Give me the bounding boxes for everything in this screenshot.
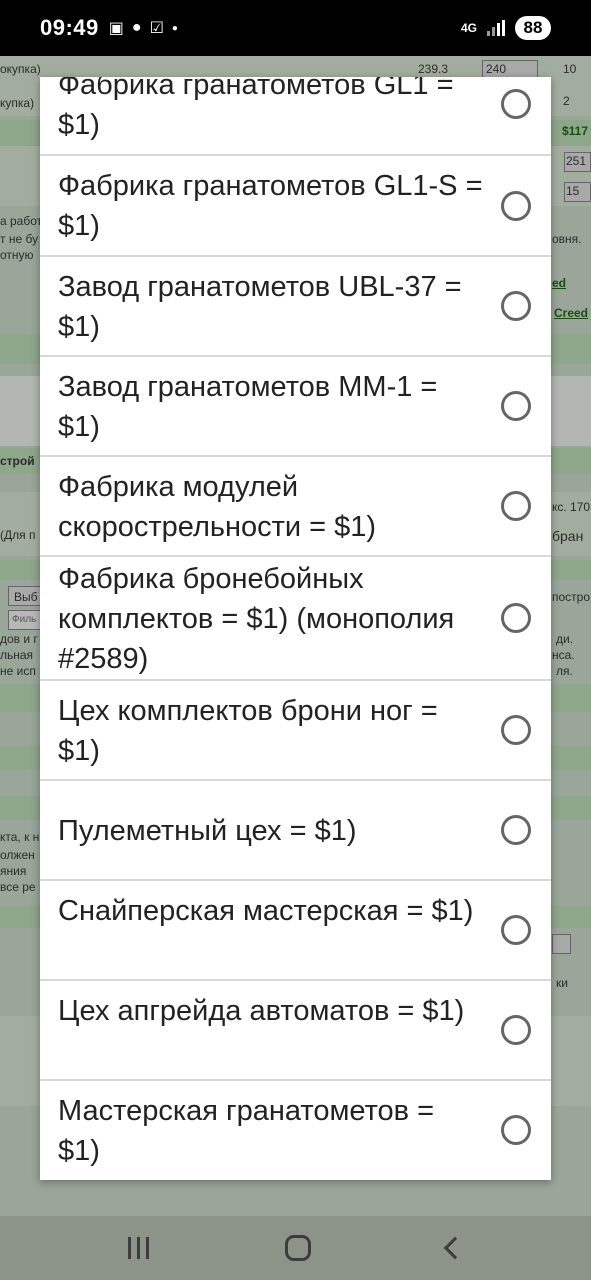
option-label: Снайперская мастерская = $1) [58,895,474,927]
bg-text: кс. 170 [552,500,591,514]
bg-text: окупка) [0,62,41,76]
bg-text: 239.3 [418,62,449,76]
bg-text: т не бу [0,232,39,246]
bg-text: купка) [0,96,35,110]
status-time: 09:49 [40,15,99,40]
radio-button[interactable] [501,191,531,221]
bg-text: 10 [563,62,577,76]
bg-text: 2 [563,94,570,108]
bg-input [552,934,571,954]
option-label: Фабрика гранатометов GL1 = $1) [58,77,454,141]
bg-text: 240 [486,62,507,76]
bg-text: не исп [0,664,36,678]
bg-link: Creed [554,306,589,320]
option-label: Завод гранатометов MM-1 = $1) [58,371,438,443]
bg-text: кта, к н [0,830,40,844]
option-item[interactable]: Мастерская гранатометов = $1) [40,1081,551,1180]
bg-text: 15 [566,184,580,198]
option-label: Цех апгрейда автоматов = $1) [58,995,465,1027]
navigation-bar [0,1216,591,1280]
bg-text: строй [0,454,35,468]
bg-text: Выб [14,590,38,604]
radio-button[interactable] [501,715,531,745]
bg-text: яния [0,864,27,878]
battery-level: 88 [515,16,551,40]
bg-text: овня. [552,232,582,246]
option-picker-dialog: Фабрика гранатометов GL1 = $1) Фабрика г… [40,77,551,1180]
back-icon[interactable] [443,1236,467,1260]
checkbox-icon: ☑ [149,20,164,37]
radio-button[interactable] [501,291,531,321]
option-item[interactable]: Фабрика бронебойных комплектов = $1) (мо… [40,557,551,681]
bg-text: все ре [0,880,36,894]
option-label: Пулеметный цех = $1) [58,815,357,847]
option-label: Завод гранатометов UBL-37 = $1) [58,271,462,343]
option-item[interactable]: Фабрика гранатометов GL1 = $1) [40,77,551,156]
bg-text: $117 [562,124,589,138]
option-item[interactable]: Фабрика модулей скорострельности = $1) [40,457,551,557]
notification-icons: ▣ ● ☑ ● [109,18,178,38]
option-item[interactable]: Пулеметный цех = $1) [40,781,551,881]
option-item[interactable]: Цех комплектов брони ног = $1) [40,681,551,781]
radio-button[interactable] [501,815,531,845]
radio-button[interactable] [501,89,531,119]
bg-text: дов и г [0,632,38,646]
radio-button[interactable] [501,915,531,945]
option-item[interactable]: Завод гранатометов MM-1 = $1) [40,357,551,457]
radio-button[interactable] [501,1015,531,1045]
bg-link: ed [552,276,567,290]
radio-button[interactable] [501,1115,531,1145]
option-item[interactable]: Завод гранатометов UBL-37 = $1) [40,257,551,357]
bg-text: олжен [0,848,35,862]
signal-icon [487,20,505,36]
bg-text: 251 [566,154,587,168]
option-label: Фабрика бронебойных комплектов = $1) (мо… [58,563,455,675]
option-label: Фабрика модулей скорострельности = $1) [58,471,377,543]
home-icon[interactable] [285,1235,311,1261]
bg-text: ки [556,976,568,990]
recents-icon[interactable] [128,1237,149,1259]
dot-icon: ● [171,22,178,34]
network-type: 4G [460,20,477,35]
status-bar: 09:49 ▣ ● ☑ ● 4G 88 [0,0,591,56]
bg-text: постро [552,590,591,604]
bg-text: отную [0,248,34,262]
screenshot-icon: ▣ [108,20,124,37]
option-label: Мастерская гранатометов = $1) [58,1095,435,1167]
option-label: Цех комплектов брони ног = $1) [58,695,438,767]
bg-text: Филь [12,614,37,625]
option-item[interactable]: Фабрика гранатометов GL1-S = $1) [40,156,551,257]
bg-text: ди. [556,632,574,646]
bg-text: нса. [552,648,575,662]
chat-icon: ● [131,19,142,36]
bg-text: а работ [0,214,43,228]
bg-text: льная [0,648,34,662]
radio-button[interactable] [501,603,531,633]
radio-button[interactable] [501,391,531,421]
bg-text: ля. [556,664,573,678]
bg-text: (Для п [0,528,36,542]
option-label: Фабрика гранатометов GL1-S = $1) [58,170,483,242]
option-item[interactable]: Цех апгрейда автоматов = $1) [40,981,551,1081]
option-item[interactable]: Снайперская мастерская = $1) [40,881,551,981]
bg-text: бран [552,528,584,544]
radio-button[interactable] [501,491,531,521]
